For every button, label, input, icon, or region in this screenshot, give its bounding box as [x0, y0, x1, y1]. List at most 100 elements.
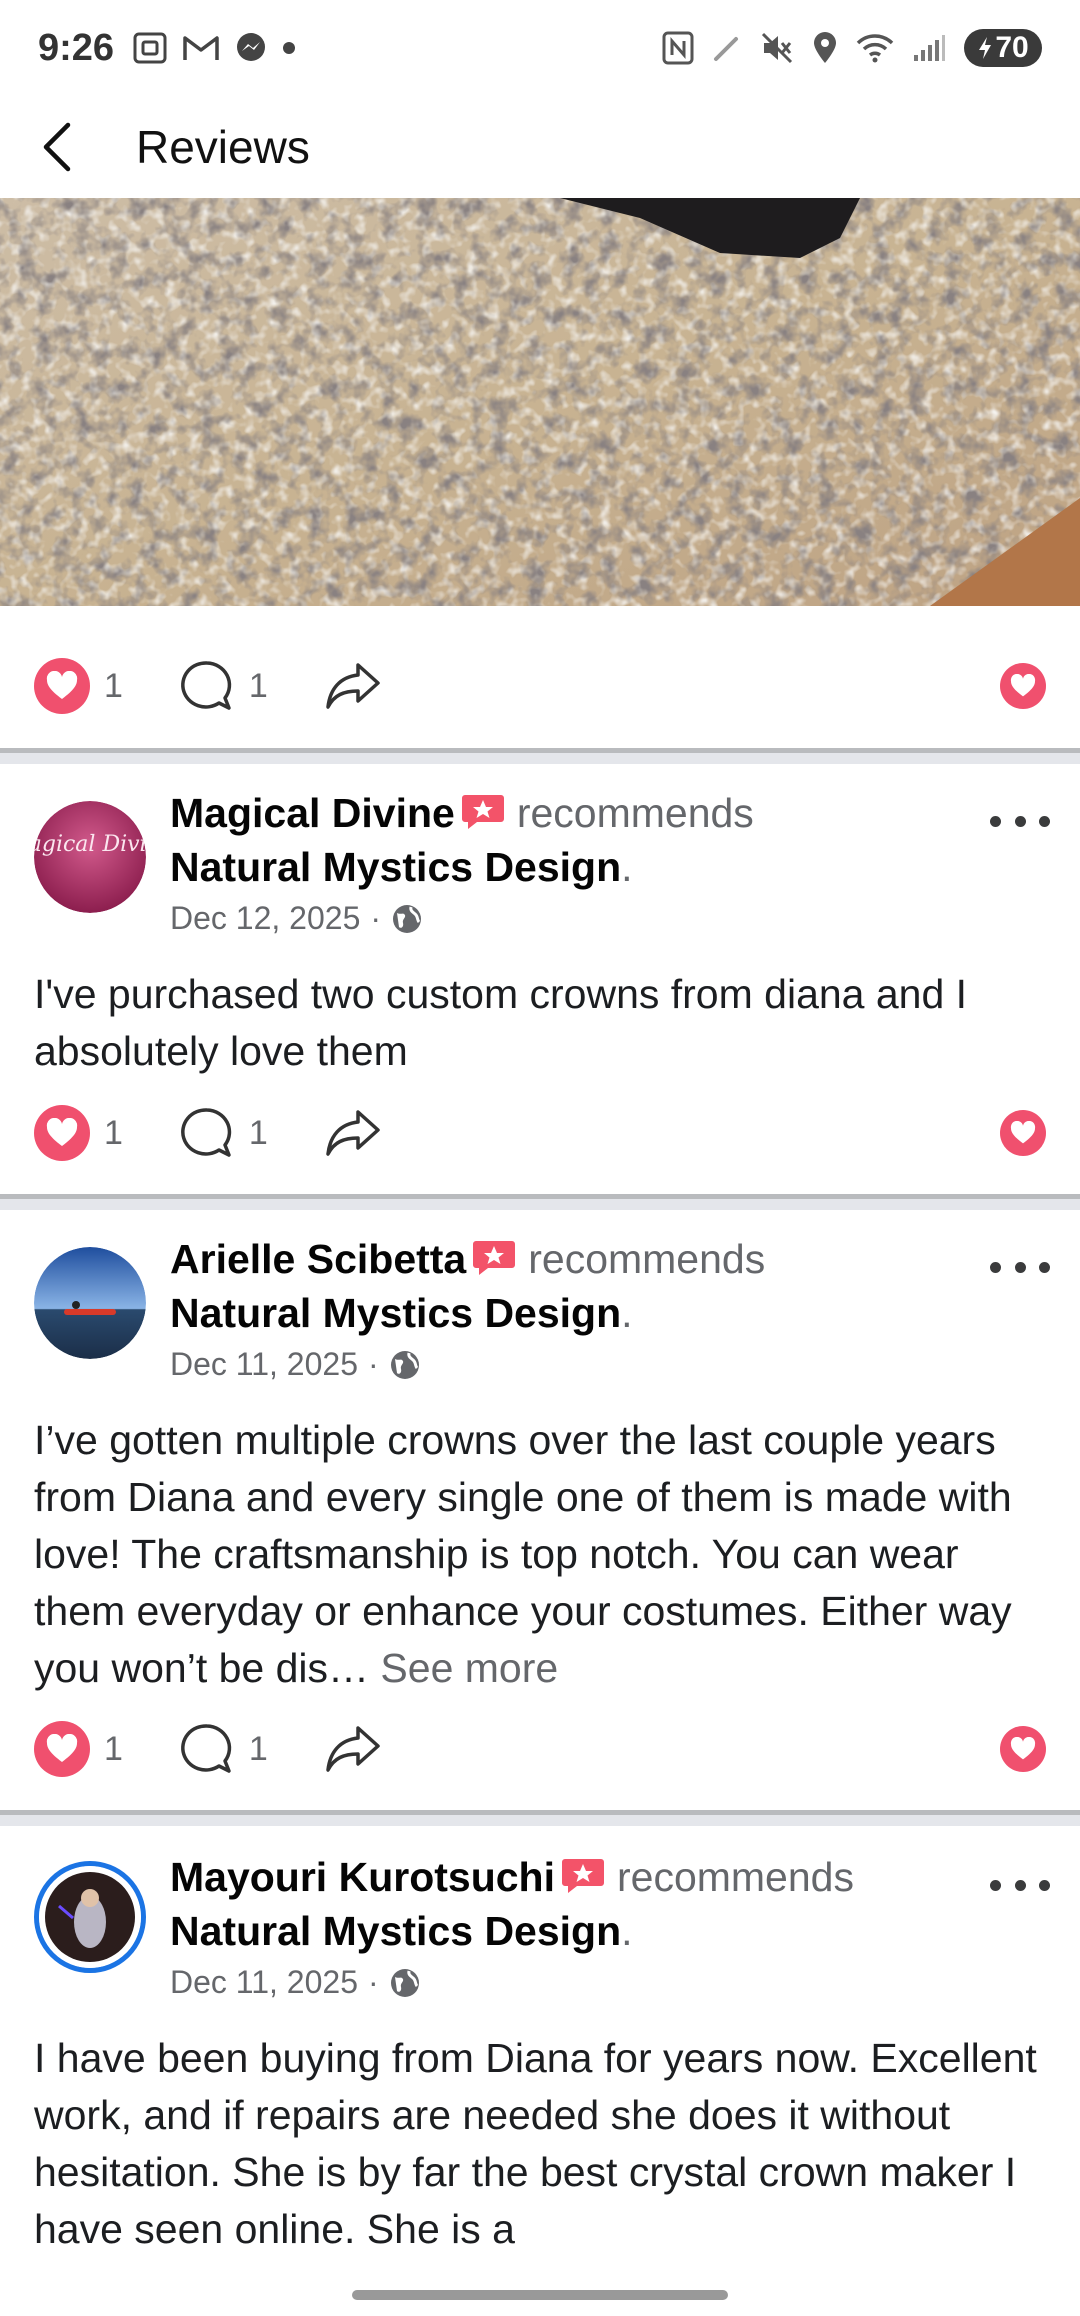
review-text: I have been buying from Diana for years …: [34, 2030, 1044, 2258]
globe-icon: [390, 1968, 419, 1997]
comment-button[interactable]: 1: [179, 1105, 268, 1161]
status-right: 70: [662, 29, 1042, 67]
review-line2: Natural Mystics Design.: [170, 1286, 990, 1340]
home-indicator[interactable]: [352, 2290, 728, 2300]
app-bar: Reviews: [0, 96, 1080, 198]
review-line2: Natural Mystics Design.: [170, 840, 990, 894]
post-divider: [0, 1810, 1080, 1826]
back-arrow-icon: [43, 122, 71, 172]
review-actions: 1 1: [0, 1704, 1080, 1794]
review-meta: Dec 12, 2025 ·: [170, 900, 990, 937]
share-button[interactable]: [324, 659, 382, 713]
page-name-link[interactable]: Natural Mystics Design: [170, 1908, 621, 1954]
comment-icon: [181, 1724, 232, 1773]
heart-icon: [1010, 674, 1036, 697]
post-divider: [0, 1194, 1080, 1210]
recommend-icon: [461, 795, 504, 829]
period: .: [621, 844, 633, 890]
battery-indicator: 70: [964, 29, 1042, 67]
review-card: Magical Divine Magical Divine recommends …: [0, 786, 1080, 1196]
first-post-actions: 1 1: [0, 641, 1080, 731]
author-name[interactable]: Magical Divine: [170, 790, 455, 836]
heart-icon: [1010, 1121, 1036, 1144]
comment-count: 1: [248, 666, 268, 705]
heart-icon: [1010, 1737, 1036, 1760]
date-separator: ·: [367, 1964, 379, 2000]
like-count: 1: [104, 1113, 123, 1152]
share-button[interactable]: [324, 1722, 382, 1776]
review-date[interactable]: Dec 11, 2025: [170, 1346, 358, 1383]
more-options-button[interactable]: [990, 1252, 1050, 1282]
status-time: 9:26: [38, 26, 115, 69]
like-button[interactable]: 1: [34, 1721, 123, 1777]
see-more-link[interactable]: See more: [380, 1645, 558, 1691]
review-date[interactable]: Dec 11, 2025: [170, 1964, 358, 2001]
more-options-button[interactable]: [990, 1870, 1050, 1900]
date-separator: ·: [367, 1346, 379, 1382]
like-count: 1: [104, 1729, 123, 1768]
review-header: Mayouri Kurotsuchi recommends Natural Mys…: [170, 1850, 990, 2001]
comment-icon: [181, 661, 232, 710]
like-button[interactable]: 1: [34, 658, 123, 714]
like-button[interactable]: 1: [34, 1105, 123, 1161]
share-icon: [326, 1726, 380, 1772]
react-button[interactable]: [1000, 1726, 1046, 1772]
comment-button[interactable]: 1: [179, 1721, 268, 1777]
review-card: Arielle Scibetta recommends Natural Mysti…: [0, 1232, 1080, 1812]
share-icon: [326, 663, 380, 709]
react-button[interactable]: [1000, 663, 1046, 709]
review-meta: Dec 11, 2025 ·: [170, 1964, 990, 2001]
review-text-content: I've purchased two custom crowns from di…: [34, 971, 968, 1074]
recommends-label: recommends: [616, 1854, 854, 1900]
back-button[interactable]: [40, 117, 92, 177]
love-reaction-icon: [34, 1721, 90, 1777]
gmail-icon: [182, 33, 220, 63]
recommends-label: recommends: [516, 790, 754, 836]
comment-icon: [181, 1108, 232, 1157]
date-separator: ·: [370, 900, 382, 936]
avatar[interactable]: Magical Divine: [34, 801, 146, 913]
like-count: 1: [104, 666, 123, 705]
wifi-icon: [856, 33, 894, 63]
location-icon: [812, 31, 838, 65]
review-line1: Magical Divine recommends: [170, 786, 990, 840]
author-name[interactable]: Arielle Scibetta: [170, 1236, 466, 1282]
comment-count: 1: [248, 1729, 268, 1768]
period: .: [621, 1290, 633, 1336]
review-card: Mayouri Kurotsuchi recommends Natural Mys…: [0, 1850, 1080, 2270]
avatar[interactable]: [34, 1247, 146, 1359]
review-date[interactable]: Dec 12, 2025: [170, 900, 360, 937]
share-icon: [326, 1110, 380, 1156]
love-reaction-icon: [34, 1105, 90, 1161]
granite-image: [0, 198, 1080, 606]
love-reaction-icon: [34, 658, 90, 714]
review-header: Magical Divine recommends Natural Mystics…: [170, 786, 990, 937]
globe-icon: [390, 1350, 419, 1379]
battery-level: 70: [995, 31, 1029, 64]
review-text-content: I have been buying from Diana for years …: [34, 2035, 1037, 2252]
more-options-button[interactable]: [990, 806, 1050, 836]
react-button[interactable]: [1000, 1110, 1046, 1156]
avatar-with-story[interactable]: [34, 1861, 146, 1973]
nfc-icon: [662, 31, 694, 65]
review-line1: Arielle Scibetta recommends: [170, 1232, 990, 1286]
share-button[interactable]: [324, 1106, 382, 1160]
period: .: [621, 1908, 633, 1954]
review-header: Arielle Scibetta recommends Natural Mysti…: [170, 1232, 990, 1383]
review-line1: Mayouri Kurotsuchi recommends: [170, 1850, 990, 1904]
comment-button[interactable]: 1: [179, 658, 268, 714]
review-text: I've purchased two custom crowns from di…: [34, 966, 1044, 1080]
page-name-link[interactable]: Natural Mystics Design: [170, 1290, 621, 1336]
review-text: I’ve gotten multiple crowns over the las…: [34, 1412, 1044, 1697]
review-line2: Natural Mystics Design.: [170, 1904, 990, 1958]
author-name[interactable]: Mayouri Kurotsuchi: [170, 1854, 555, 1900]
review-meta: Dec 11, 2025 ·: [170, 1346, 990, 1383]
post-photo[interactable]: [0, 198, 1080, 606]
globe-icon: [393, 904, 422, 933]
mute-icon: [760, 31, 794, 65]
page-name-link[interactable]: Natural Mystics Design: [170, 844, 621, 890]
comment-count: 1: [248, 1113, 268, 1152]
pen-icon: [712, 33, 742, 63]
page-title: Reviews: [136, 121, 310, 173]
recommend-icon: [561, 1859, 604, 1893]
